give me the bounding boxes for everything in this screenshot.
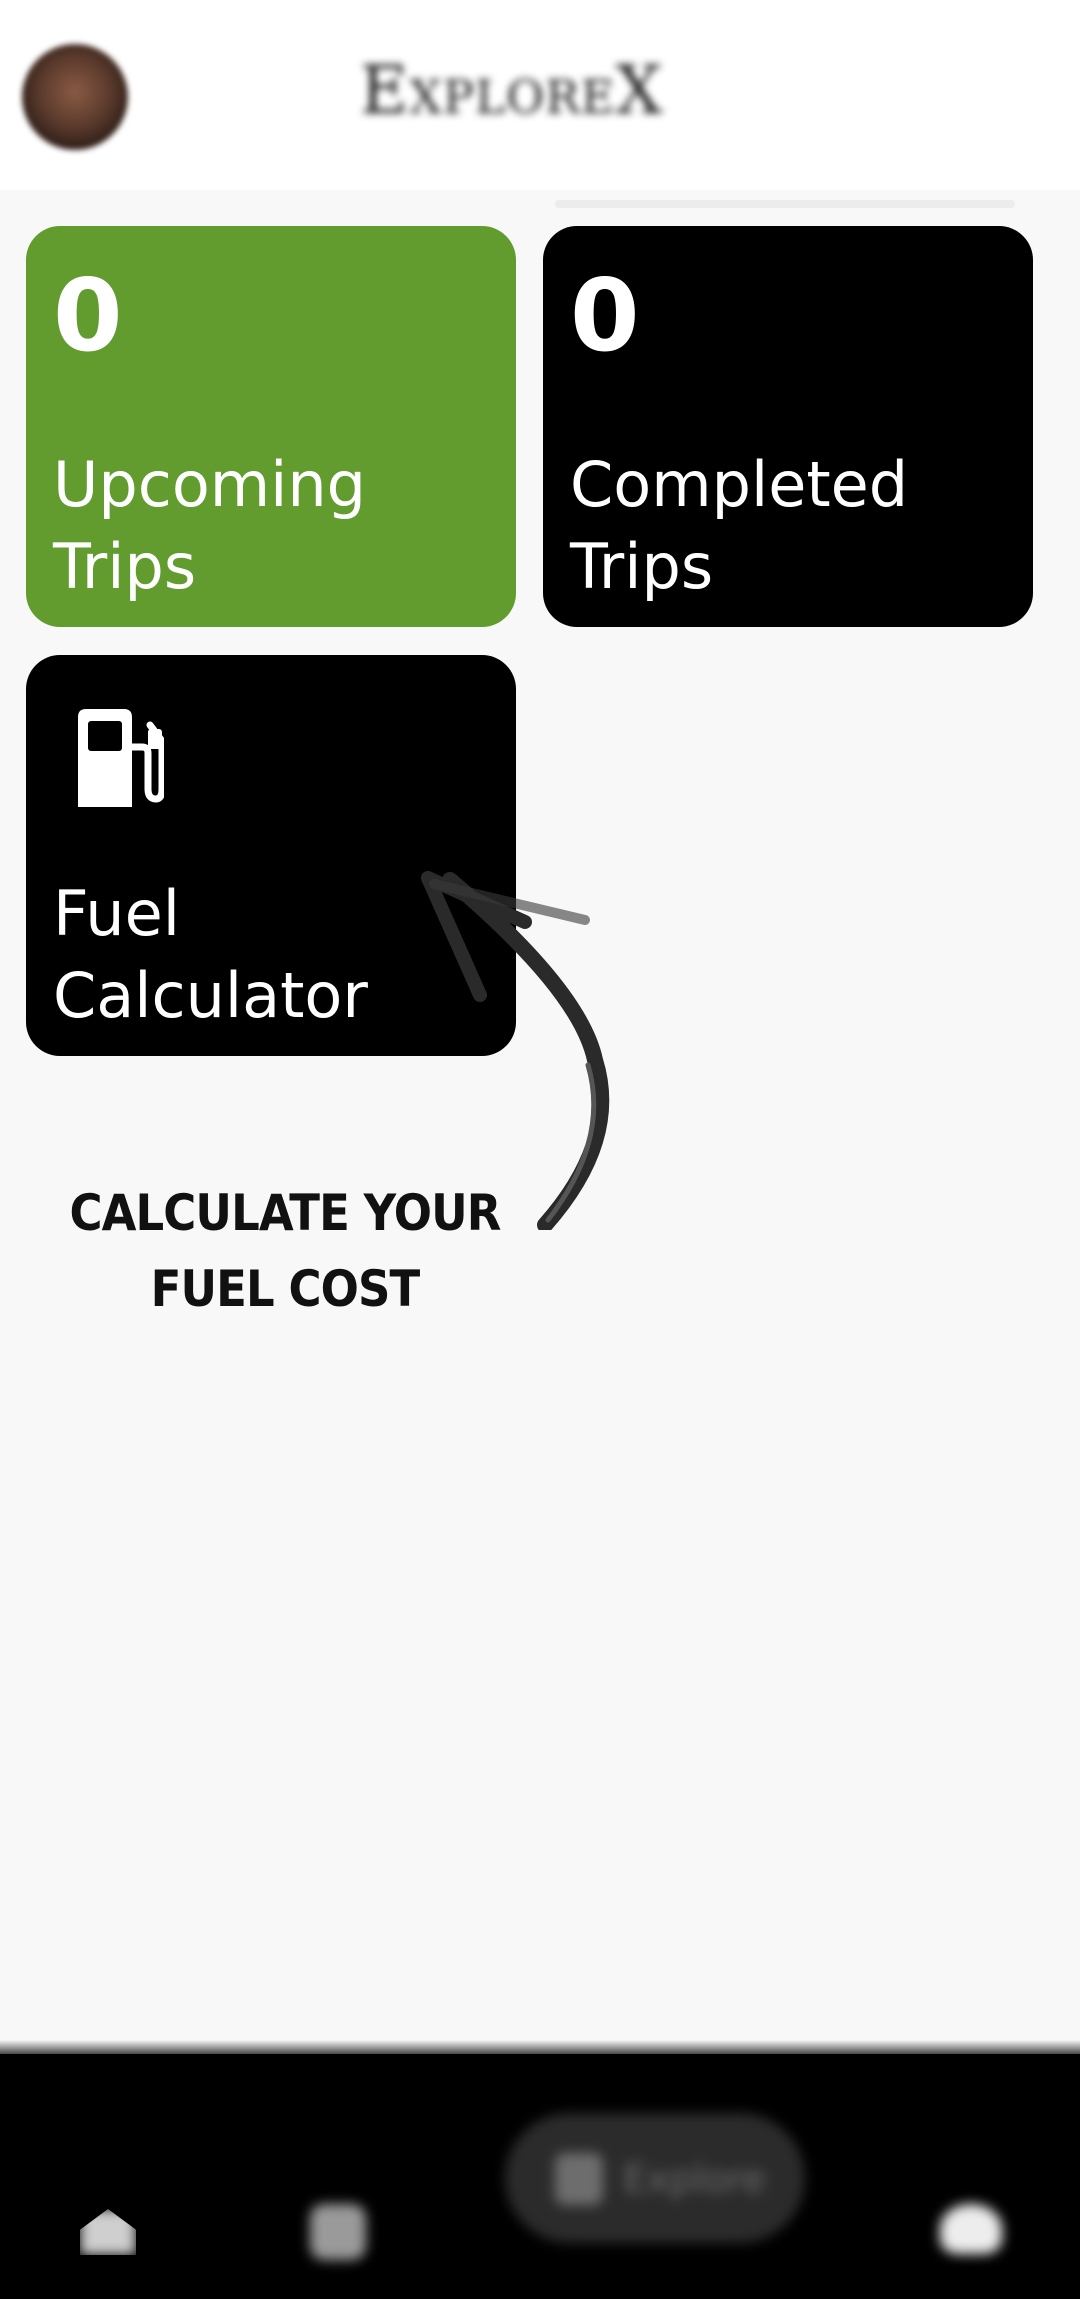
completed-trips-label: Completed Trips <box>570 448 909 603</box>
explore-label: Explore <box>623 2157 766 2201</box>
home-icon[interactable] <box>80 2209 136 2255</box>
completed-trips-card[interactable]: 0 Completed Trips <box>543 226 1033 627</box>
avatar[interactable] <box>22 44 128 150</box>
app-title: ExploreX <box>360 52 664 129</box>
profile-icon[interactable] <box>940 2204 1002 2254</box>
app-header: ExploreX <box>0 0 1080 190</box>
completed-trips-count: 0 <box>570 257 640 374</box>
fuel-pump-icon <box>78 709 164 807</box>
trips-icon[interactable] <box>310 2204 366 2260</box>
upcoming-trips-label: Upcoming Trips <box>53 448 367 603</box>
upcoming-trips-card[interactable]: 0 Upcoming Trips <box>26 226 516 627</box>
fuel-cost-annotation: CALCULATE YOUR FUEL COST <box>69 1184 501 1318</box>
explore-nav-button[interactable]: Explore <box>505 2113 805 2243</box>
fuel-calculator-label: Fuel Calculator <box>53 877 368 1032</box>
explore-icon <box>555 2153 603 2205</box>
header-divider <box>555 200 1015 208</box>
upcoming-trips-count: 0 <box>53 257 123 374</box>
